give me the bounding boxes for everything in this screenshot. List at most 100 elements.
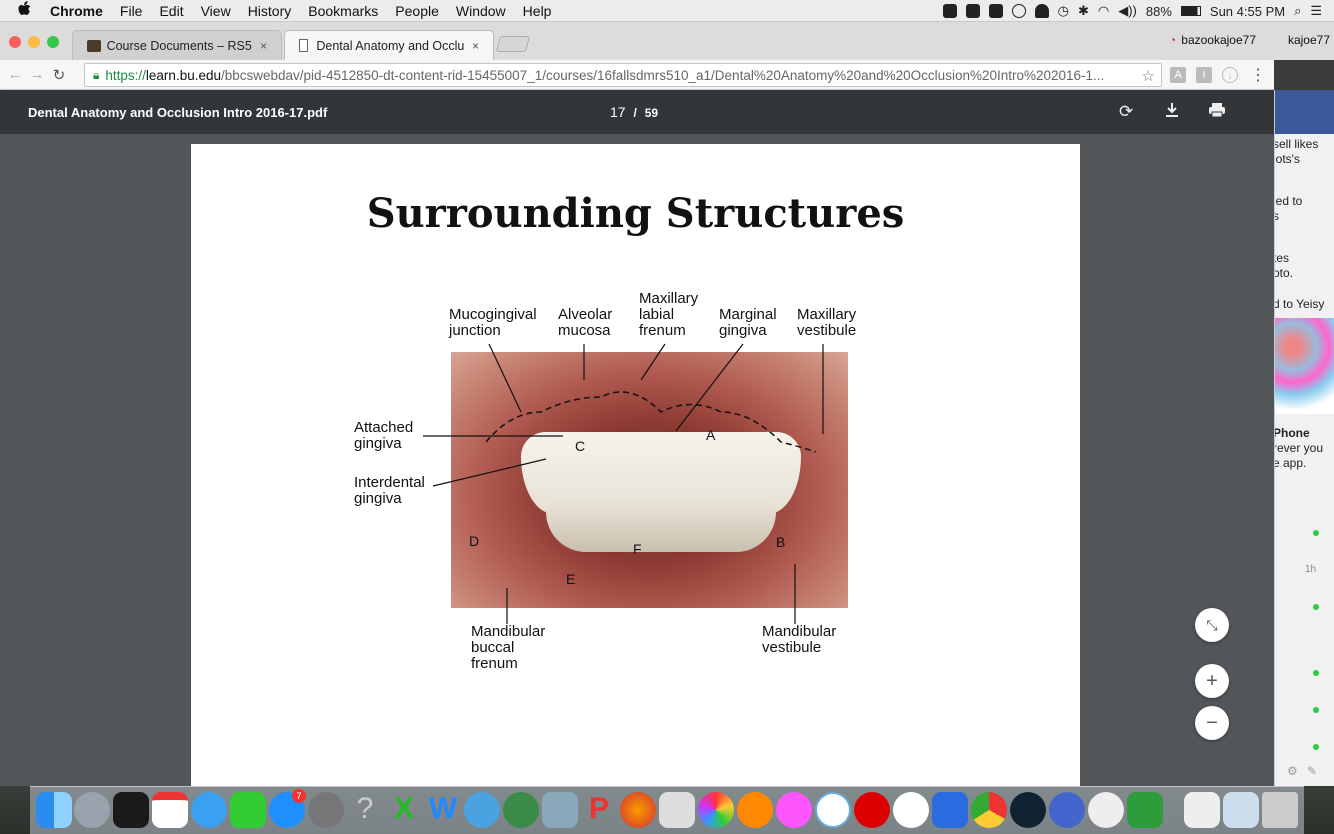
- calendar-icon[interactable]: [152, 792, 188, 828]
- finder-icon[interactable]: [36, 792, 72, 828]
- feed-text: d to Yeisy: [1274, 297, 1325, 311]
- volume-icon[interactable]: ◀)): [1118, 3, 1137, 19]
- pdf-viewer[interactable]: Surrounding Structures Mucogingival junc…: [0, 134, 1274, 786]
- tab-dental-anatomy[interactable]: Dental Anatomy and Occlusion ×: [284, 30, 494, 60]
- feed-text: lots's: [1274, 152, 1300, 166]
- zoom-out-button[interactable]: −: [1195, 706, 1229, 740]
- word-icon[interactable]: W: [425, 792, 461, 828]
- zoom-in-button[interactable]: +: [1195, 664, 1229, 698]
- url-scheme: https://: [105, 67, 146, 83]
- itunes-icon[interactable]: [776, 792, 812, 828]
- rotate-icon[interactable]: ⟳: [1119, 102, 1133, 122]
- page-separator: /: [633, 106, 637, 120]
- apple-icon[interactable]: [18, 1, 36, 20]
- tab-course-documents[interactable]: Course Documents – RS510 A ×: [72, 30, 282, 60]
- trash-icon[interactable]: [1262, 792, 1298, 828]
- image-capture-icon[interactable]: [659, 792, 695, 828]
- download-extension-icon[interactable]: ↓: [1222, 67, 1238, 83]
- clock[interactable]: Sun 4:55 PM: [1210, 4, 1285, 19]
- dictionary-icon[interactable]: [815, 792, 851, 828]
- bluetooth-icon[interactable]: ✱: [1078, 3, 1089, 19]
- photos-icon[interactable]: [698, 792, 734, 828]
- tab-close-icon[interactable]: ×: [260, 39, 267, 53]
- chrome-icon[interactable]: [971, 792, 1007, 828]
- print-icon[interactable]: [1208, 102, 1226, 123]
- feed-text: e app.: [1274, 456, 1307, 470]
- brushes-app-icon[interactable]: [1088, 792, 1124, 828]
- label-attached-gingiva: Attached gingiva: [354, 419, 414, 452]
- people-app-icon[interactable]: [464, 792, 500, 828]
- notification-center-icon[interactable]: ☰: [1310, 3, 1322, 19]
- settings-icon[interactable]: ⚙: [1287, 764, 1298, 778]
- compass-app-icon[interactable]: [1049, 792, 1085, 828]
- notes-list-icon[interactable]: [932, 792, 968, 828]
- clock-app-icon[interactable]: [1010, 792, 1046, 828]
- menu-people[interactable]: People: [395, 3, 439, 19]
- wifi-icon[interactable]: ◠: [1098, 3, 1109, 19]
- battery-percent[interactable]: 88%: [1146, 4, 1172, 19]
- extension-a-icon[interactable]: A: [1170, 67, 1186, 83]
- mission-control-icon[interactable]: [113, 792, 149, 828]
- preview-document-icon[interactable]: [1223, 792, 1259, 828]
- letter-b: B: [776, 534, 786, 550]
- address-bar[interactable]: 🔒︎ https://learn.bu.edu/bbcswebdav/pid-4…: [84, 63, 1162, 87]
- profile-button[interactable]: ◔ bazookajoe77: [1169, 33, 1256, 47]
- reload-icon[interactable]: ↻: [48, 66, 70, 84]
- launchpad-icon[interactable]: [74, 792, 110, 828]
- spotlight-icon[interactable]: ⌕: [1294, 3, 1301, 19]
- document-favicon-icon: [299, 39, 309, 52]
- feed-text: Phone: [1274, 426, 1310, 440]
- browser-toolbar: ← → ↻ 🔒︎ https://learn.bu.edu/bbcswebdav…: [0, 60, 1274, 90]
- compose-icon[interactable]: ✎: [1307, 764, 1317, 778]
- download-icon[interactable]: [1165, 102, 1179, 123]
- time-machine-icon[interactable]: ◷: [1058, 3, 1069, 19]
- online-dot-icon: [1313, 670, 1319, 676]
- bookmark-star-icon[interactable]: ☆: [1142, 67, 1155, 85]
- minimize-window-button[interactable]: [28, 36, 40, 48]
- battery-icon: [1180, 6, 1201, 16]
- profile-name-overflow: kajoe77: [1287, 33, 1330, 47]
- fit-page-button[interactable]: ⤡: [1195, 608, 1229, 642]
- menu-history[interactable]: History: [248, 3, 292, 19]
- help-icon[interactable]: ?: [347, 792, 383, 828]
- chrome-menu-icon[interactable]: ⋮: [1250, 65, 1266, 85]
- evernote-tray-icon[interactable]: [942, 4, 957, 18]
- preview-icon[interactable]: [542, 792, 578, 828]
- menu-view[interactable]: View: [201, 3, 231, 19]
- back-arrow-icon[interactable]: ←: [4, 66, 26, 83]
- close-window-button[interactable]: [9, 36, 21, 48]
- documents-folder-icon[interactable]: [1184, 792, 1220, 828]
- forward-arrow-icon[interactable]: →: [26, 66, 48, 83]
- skull-app-icon[interactable]: [893, 792, 929, 828]
- system-preferences-icon[interactable]: [308, 792, 344, 828]
- menu-help[interactable]: Help: [523, 3, 552, 19]
- menu-window[interactable]: Window: [456, 3, 506, 19]
- menu-edit[interactable]: Edit: [159, 3, 183, 19]
- current-page-input[interactable]: 17: [610, 104, 626, 120]
- powerpoint-icon[interactable]: P: [581, 792, 617, 828]
- ibooks-icon[interactable]: [737, 792, 773, 828]
- zoom-window-button[interactable]: [47, 36, 59, 48]
- menu-file[interactable]: File: [120, 3, 143, 19]
- online-dot-icon: [1313, 744, 1319, 750]
- callout-lines: [423, 343, 824, 624]
- firefox-icon[interactable]: [620, 792, 656, 828]
- network-app-icon[interactable]: [503, 792, 539, 828]
- flame-tray-icon[interactable]: [1034, 4, 1049, 18]
- messages-icon[interactable]: [191, 792, 227, 828]
- excel-icon[interactable]: X: [386, 792, 422, 828]
- letter-f: F: [633, 541, 642, 557]
- shield-tray-icon[interactable]: [1011, 4, 1026, 18]
- label-mandibular-buccal-frenum: Mandibular buccal frenum: [471, 623, 546, 672]
- extension-b-icon[interactable]: I: [1196, 67, 1212, 83]
- tab-close-icon[interactable]: ×: [472, 39, 479, 53]
- evernote-icon[interactable]: [1127, 792, 1163, 828]
- camera-tray-icon[interactable]: [988, 4, 1003, 18]
- app-tray-icon[interactable]: [965, 4, 980, 18]
- label-maxillary-vestibule: Maxillary vestibule: [797, 306, 857, 339]
- menu-bookmarks[interactable]: Bookmarks: [308, 3, 378, 19]
- facetime-icon[interactable]: [230, 792, 266, 828]
- opera-icon[interactable]: [854, 792, 890, 828]
- new-tab-button[interactable]: [495, 36, 531, 52]
- menu-app-name[interactable]: Chrome: [50, 3, 103, 19]
